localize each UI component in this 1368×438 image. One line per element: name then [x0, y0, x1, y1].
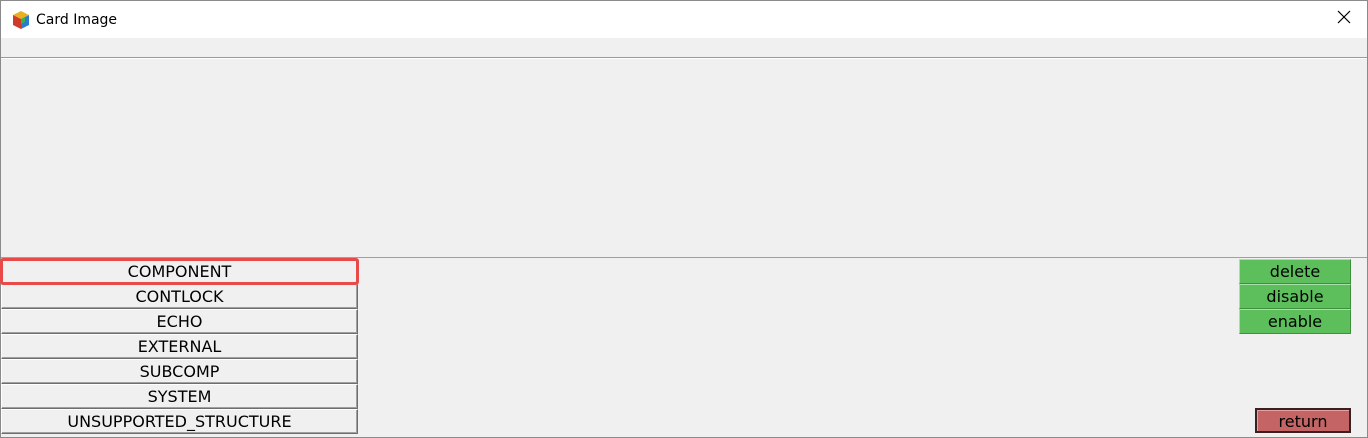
- return-button[interactable]: return: [1255, 408, 1351, 433]
- list-item-contlock[interactable]: CONTLOCK: [1, 284, 358, 309]
- card-type-list: COMPONENT CONTLOCK ECHO EXTERNAL SUBCOMP…: [0, 258, 359, 434]
- toolbar-strip: [1, 38, 1367, 59]
- close-icon: [1337, 10, 1351, 29]
- card-image-display-area: [1, 59, 1367, 258]
- list-item-component[interactable]: COMPONENT: [0, 258, 359, 285]
- window-title: Card Image: [36, 12, 118, 28]
- close-button[interactable]: [1321, 1, 1367, 38]
- app-cube-icon: [11, 10, 31, 30]
- list-item-echo[interactable]: ECHO: [1, 309, 358, 334]
- disable-button[interactable]: disable: [1239, 284, 1351, 309]
- list-item-system[interactable]: SYSTEM: [1, 384, 358, 409]
- list-item-external[interactable]: EXTERNAL: [1, 334, 358, 359]
- list-item-unsupported-structure[interactable]: UNSUPPORTED_STRUCTURE: [1, 409, 358, 434]
- title-bar: Card Image: [1, 1, 1367, 38]
- enable-button[interactable]: enable: [1239, 309, 1351, 334]
- list-item-subcomp[interactable]: SUBCOMP: [1, 359, 358, 384]
- delete-button[interactable]: delete: [1239, 259, 1351, 284]
- card-image-window: Card Image COMPONENT CONTLOCK ECHO EXTER…: [0, 0, 1368, 438]
